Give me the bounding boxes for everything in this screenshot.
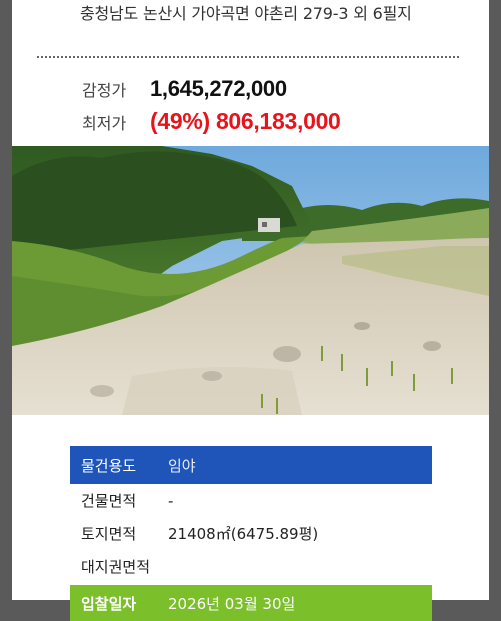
appraisal-price-row: 감정가 1,645,272,000	[82, 76, 287, 102]
appraisal-price-value: 1,645,272,000	[150, 76, 287, 101]
usage-label: 물건용도	[81, 456, 137, 475]
land-photo-image	[12, 146, 489, 415]
building-area-label: 건물면적	[81, 492, 137, 510]
property-address: 충청남도 논산시 가야곡면 야촌리 279-3 외 6필지	[80, 4, 412, 23]
minimum-price-value: (49%) 806,183,000	[150, 108, 341, 134]
minimum-price-label: 최저가	[82, 114, 127, 133]
building-area-value: -	[168, 491, 174, 510]
land-area-row: 토지면적 21408㎡(6475.89평)	[70, 517, 432, 550]
bid-date-row: 입찰일자 2026년 03월 30일	[70, 585, 432, 621]
dotted-divider	[37, 56, 459, 58]
appraisal-price-label: 감정가	[82, 81, 127, 100]
land-right-area-label: 대지권면적	[81, 558, 151, 576]
building-area-row: 건물면적 -	[70, 484, 432, 517]
bid-date-label: 입찰일자	[81, 594, 137, 613]
property-photo[interactable]	[12, 146, 489, 415]
usage-row: 물건용도 임야	[70, 446, 432, 484]
land-area-label: 토지면적	[81, 525, 137, 543]
land-area-value: 21408㎡(6475.89평)	[168, 525, 319, 543]
listing-card: 충청남도 논산시 가야곡면 야촌리 279-3 외 6필지 감정가 1,645,…	[12, 0, 489, 621]
minimum-price-row: 최저가 (49%) 806,183,000	[82, 108, 341, 135]
property-details: 물건용도 임야 건물면적 - 토지면적 21408㎡(6475.89평) 대지권…	[70, 446, 432, 621]
bid-date-value: 2026년 03월 30일	[168, 594, 296, 613]
usage-value: 임야	[168, 456, 196, 475]
land-right-area-row: 대지권면적	[70, 550, 432, 583]
